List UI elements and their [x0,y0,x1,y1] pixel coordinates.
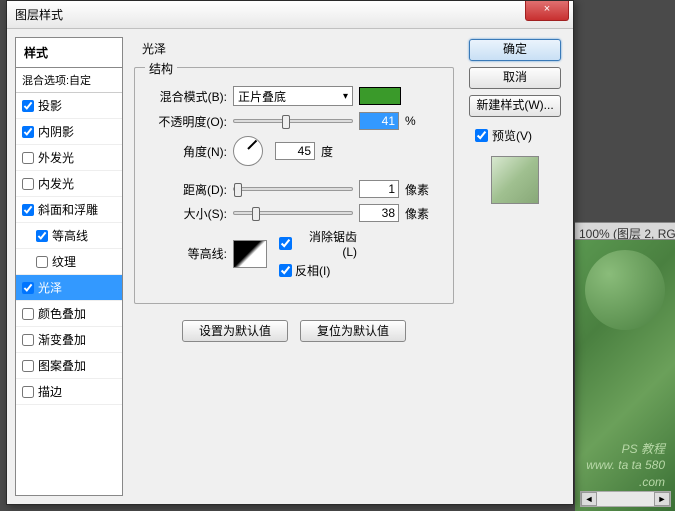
invert-label: 反相(I) [295,262,330,279]
style-label-2: 外发光 [38,149,74,166]
preview-input[interactable] [475,129,488,142]
style-item-2[interactable]: 外发光 [16,145,122,171]
style-label-8: 颜色叠加 [38,305,86,322]
style-label-4: 斜面和浮雕 [38,201,98,218]
size-label: 大小(S): [149,205,227,222]
preview-label: 预览(V) [492,127,532,144]
styles-header[interactable]: 样式 [16,38,122,68]
action-panel: 确定 取消 新建样式(W)... 预览(V) [465,37,565,496]
style-checkbox-6[interactable] [36,256,48,268]
settings-panel: 光泽 结构 混合模式(B): 正片叠底 不透明度(O): 41 % [123,37,465,496]
style-label-1: 内阴影 [38,123,74,140]
angle-dial[interactable] [233,136,263,166]
style-checkbox-2[interactable] [22,152,34,164]
style-item-0[interactable]: 投影 [16,93,122,119]
blend-options-item[interactable]: 混合选项:自定 [16,68,122,93]
style-item-8[interactable]: 颜色叠加 [16,301,122,327]
document-tab[interactable]: 100% (图层 2, RG [575,222,675,240]
angle-label: 角度(N): [149,143,227,160]
style-item-1[interactable]: 内阴影 [16,119,122,145]
style-label-11: 描边 [38,383,62,400]
antialias-input[interactable] [279,237,292,250]
angle-unit: 度 [321,143,351,160]
style-label-10: 图案叠加 [38,357,86,374]
invert-checkbox[interactable]: 反相(I) [279,262,357,279]
style-label-3: 内发光 [38,175,74,192]
style-item-11[interactable]: 描边 [16,379,122,405]
style-checkbox-1[interactable] [22,126,34,138]
style-label-7: 光泽 [38,279,62,296]
structure-group: 结构 混合模式(B): 正片叠底 不透明度(O): 41 % 角度(N): [134,67,454,304]
style-item-6[interactable]: 纹理 [16,249,122,275]
style-checkbox-7[interactable] [22,282,34,294]
distance-slider[interactable] [233,187,353,191]
style-checkbox-5[interactable] [36,230,48,242]
style-checkbox-9[interactable] [22,334,34,346]
style-checkbox-0[interactable] [22,100,34,112]
style-checkbox-8[interactable] [22,308,34,320]
distance-input[interactable]: 1 [359,180,399,198]
style-checkbox-3[interactable] [22,178,34,190]
antialias-checkbox[interactable]: 消除锯齿(L) [279,228,357,259]
watermark: PS 教程 www. ta ta 580 .com [575,441,665,491]
ok-button[interactable]: 确定 [469,39,561,61]
dialog-title: 图层样式 [15,6,63,23]
horizontal-scrollbar[interactable]: ◄ ► [580,491,671,507]
contour-label: 等高线: [149,245,227,262]
size-unit: 像素 [405,205,435,222]
antialias-label: 消除锯齿(L) [295,228,357,259]
cancel-button[interactable]: 取消 [469,67,561,89]
opacity-input[interactable]: 41 [359,112,399,130]
preview-checkbox[interactable]: 预览(V) [469,127,561,144]
titlebar[interactable]: 图层样式 × [7,1,573,29]
style-checkbox-10[interactable] [22,360,34,372]
style-checkbox-11[interactable] [22,386,34,398]
layer-style-dialog: 图层样式 × 样式 混合选项:自定 投影内阴影外发光内发光斜面和浮雕等高线纹理光… [6,0,574,505]
invert-input[interactable] [279,264,292,277]
color-swatch[interactable] [359,87,401,105]
contour-picker[interactable] [233,240,267,268]
opacity-label: 不透明度(O): [149,113,227,130]
preview-swatch[interactable] [491,156,539,204]
size-slider[interactable] [233,211,353,215]
scroll-left-button[interactable]: ◄ [581,492,597,506]
style-label-9: 渐变叠加 [38,331,86,348]
watermark-line1: PS 教程 [575,441,665,458]
group-title: 结构 [145,60,177,77]
style-label-5: 等高线 [52,227,88,244]
opacity-unit: % [405,114,435,128]
scroll-right-button[interactable]: ► [654,492,670,506]
canvas-image: PS 教程 www. ta ta 580 .com [575,240,675,511]
opacity-thumb[interactable] [282,115,290,129]
style-item-3[interactable]: 内发光 [16,171,122,197]
set-default-button[interactable]: 设置为默认值 [182,320,288,342]
angle-input[interactable]: 45 [275,142,315,160]
blend-mode-value: 正片叠底 [238,88,286,105]
close-button[interactable]: × [525,1,569,21]
distance-label: 距离(D): [149,181,227,198]
size-input[interactable]: 38 [359,204,399,222]
style-item-5[interactable]: 等高线 [16,223,122,249]
distance-thumb[interactable] [234,183,242,197]
scroll-track[interactable] [597,492,654,506]
opacity-slider[interactable] [233,119,353,123]
style-item-9[interactable]: 渐变叠加 [16,327,122,353]
style-label-6: 纹理 [52,253,76,270]
size-thumb[interactable] [252,207,260,221]
blend-mode-label: 混合模式(B): [149,88,227,105]
distance-unit: 像素 [405,181,435,198]
restore-default-button[interactable]: 复位为默认值 [300,320,406,342]
style-item-7[interactable]: 光泽 [16,275,122,301]
style-item-4[interactable]: 斜面和浮雕 [16,197,122,223]
watermark-line2: www. ta ta 580 .com [575,457,665,491]
new-style-button[interactable]: 新建样式(W)... [469,95,561,117]
style-item-10[interactable]: 图案叠加 [16,353,122,379]
style-label-0: 投影 [38,97,62,114]
section-title: 光泽 [138,40,170,57]
styles-list: 样式 混合选项:自定 投影内阴影外发光内发光斜面和浮雕等高线纹理光泽颜色叠加渐变… [15,37,123,496]
style-checkbox-4[interactable] [22,204,34,216]
blend-mode-select[interactable]: 正片叠底 [233,86,353,106]
